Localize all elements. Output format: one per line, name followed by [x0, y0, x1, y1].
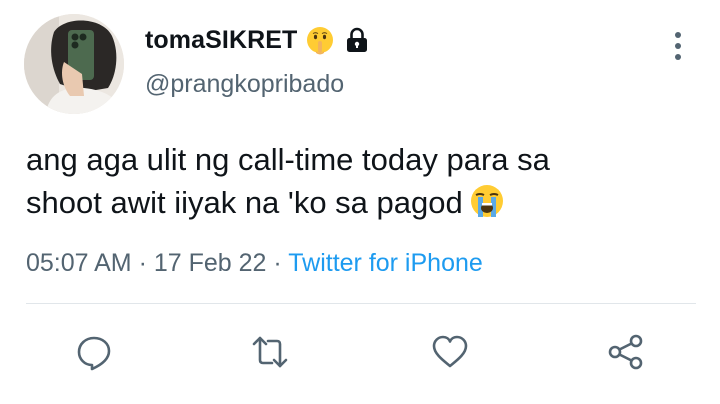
name-row: tomaSIKRET: [145, 22, 369, 58]
shushing-face-emoji: [307, 27, 334, 55]
share-icon: [608, 334, 643, 370]
avatar[interactable]: [24, 14, 124, 114]
retweet-button[interactable]: [248, 330, 292, 374]
tweet-time: 05:07 AM: [26, 249, 132, 277]
action-bar: [0, 320, 720, 380]
tweet-date: 17 Feb 22: [153, 249, 267, 277]
tweet-text-line: shoot awit iiyak na 'ko sa pagod: [26, 181, 696, 224]
separator: ·: [138, 249, 147, 277]
more-options-icon[interactable]: [664, 26, 692, 66]
like-icon: [432, 335, 468, 368]
display-name[interactable]: tomaSIKRET: [145, 26, 297, 55]
divider: [26, 303, 696, 304]
tweet-text-line-content: shoot awit iiyak na 'ko sa pagod: [26, 185, 463, 220]
retweet-icon: [252, 336, 288, 368]
reply-icon: [77, 336, 111, 371]
tweet-metadata: 05:07 AM · 17 Feb 22 · Twitter for iPhon…: [26, 249, 483, 278]
separator: ·: [273, 249, 282, 277]
share-button[interactable]: [604, 330, 648, 374]
reply-button[interactable]: [72, 330, 116, 374]
avatar-photo: [24, 14, 124, 114]
tweet-card: tomaSIKRET @prangkopribado ang aga ulit …: [0, 0, 720, 404]
tweet-text-line: ang aga ulit ng call-time today para sa: [26, 142, 550, 177]
tweet-text: ang aga ulit ng call-time today para sa …: [26, 138, 696, 224]
loudly-crying-face-emoji: [470, 185, 503, 217]
user-handle[interactable]: @prangkopribado: [145, 70, 344, 99]
like-button[interactable]: [428, 330, 472, 374]
lock-icon: [347, 27, 368, 52]
tweet-source-link[interactable]: Twitter for iPhone: [288, 249, 483, 277]
